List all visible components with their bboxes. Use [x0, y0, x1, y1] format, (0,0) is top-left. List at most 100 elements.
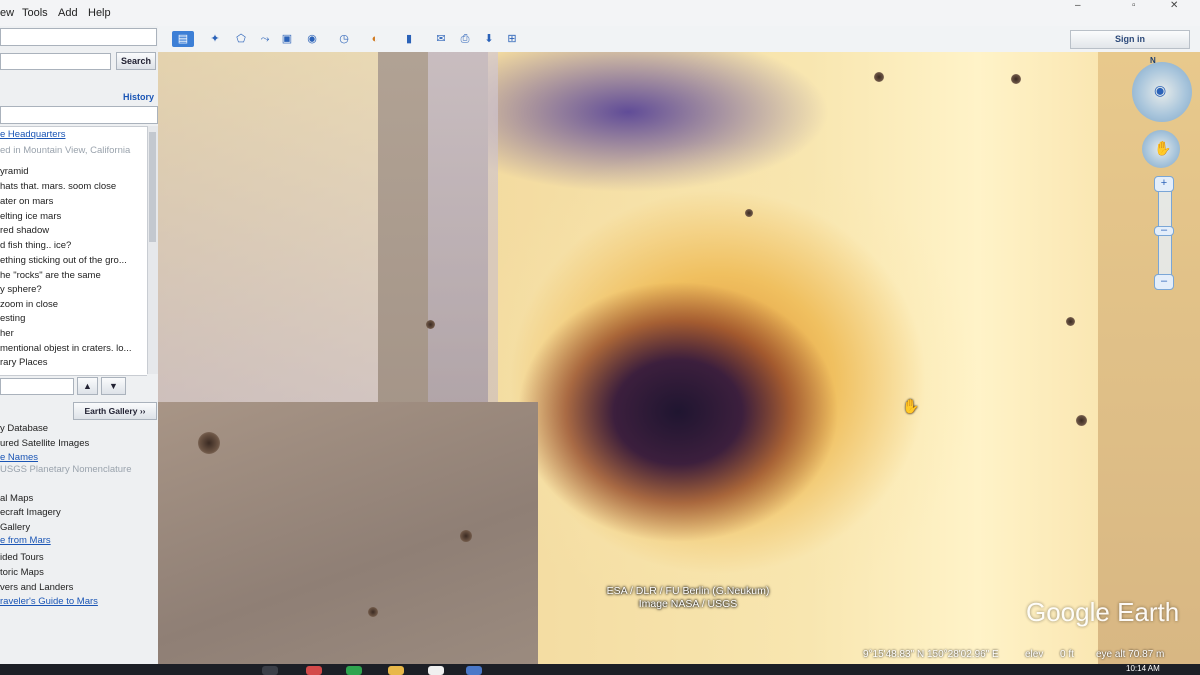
- path-icon[interactable]: ⤳: [256, 31, 274, 47]
- record-tour-icon[interactable]: ◉: [303, 31, 321, 47]
- crater: [198, 432, 220, 454]
- list-item[interactable]: zoom in close: [0, 299, 58, 310]
- browser-icon[interactable]: [306, 666, 322, 675]
- list-item: ed in Mountain View, California: [0, 145, 131, 156]
- app-icon[interactable]: [428, 666, 444, 675]
- google-earth-taskbar-icon[interactable]: [466, 666, 482, 675]
- store-icon[interactable]: [346, 666, 362, 675]
- elevation-value: 0 ft: [1060, 649, 1074, 660]
- file-explorer-icon[interactable]: [388, 666, 404, 675]
- layer-item[interactable]: ided Tours: [0, 552, 44, 563]
- imagery-credit: Image NASA / USGS: [638, 598, 738, 610]
- hand-pan-icon: ✋: [1154, 140, 1172, 156]
- zoom-in-button[interactable]: +: [1154, 176, 1174, 192]
- places-header: [0, 106, 158, 124]
- search-input[interactable]: [0, 53, 111, 70]
- menu-add[interactable]: Add: [58, 7, 78, 19]
- list-item[interactable]: e Headquarters: [0, 129, 65, 140]
- planets-icon[interactable]: ◐: [366, 31, 384, 47]
- close-icon[interactable]: ✕: [1170, 0, 1178, 12]
- toolbar: ▤ ✦ ⬠ ⤳ ▣ ◉ ◷ ◐ ▮ ✉ ⎙ ⬇ ⊞ Sign in: [158, 26, 1200, 53]
- compass-north-label: N: [1150, 56, 1156, 65]
- crater: [745, 209, 753, 217]
- places-scrollbar[interactable]: [147, 126, 158, 374]
- placemark-icon[interactable]: ✦: [206, 31, 224, 47]
- list-item[interactable]: ething sticking out of the gro...: [0, 255, 127, 266]
- google-earth-logo: Google Earth: [1026, 597, 1180, 627]
- earth-gallery-button[interactable]: Earth Gallery ››: [73, 402, 157, 420]
- maximize-icon[interactable]: ▫: [1132, 0, 1136, 12]
- search-button[interactable]: Search: [116, 52, 156, 70]
- places-list: e Headquarters ed in Mountain View, Cali…: [0, 126, 147, 376]
- list-item[interactable]: her: [0, 328, 14, 339]
- menu-view[interactable]: ew: [0, 7, 14, 19]
- ruler-icon[interactable]: ▮: [400, 31, 418, 47]
- eye-icon: ◉: [1154, 82, 1167, 98]
- list-item[interactable]: red shadow: [0, 225, 49, 236]
- sidebar: Search History e Headquarters ed in Moun…: [0, 26, 159, 664]
- imagery-strip: [428, 52, 498, 402]
- menu-bar: ew Tools Add Help – ▫ ✕: [0, 0, 1200, 27]
- crater: [874, 72, 884, 82]
- hand-cursor-icon: ✋: [902, 398, 920, 414]
- list-item[interactable]: hats that. mars. soom close: [0, 181, 116, 192]
- layer-item: USGS Planetary Nomenclature: [0, 464, 132, 475]
- search-tabs: [0, 28, 157, 46]
- chevron-right-icon: ››: [139, 406, 146, 416]
- print-icon[interactable]: ⎙: [456, 31, 474, 47]
- crater: [1076, 415, 1087, 426]
- move-down-button[interactable]: ▼: [101, 377, 126, 395]
- menu-help[interactable]: Help: [88, 7, 111, 19]
- imagery-credit: ESA / DLR / FU Berlin (G.Neukum): [606, 585, 770, 597]
- layer-item[interactable]: e from Mars: [0, 535, 51, 546]
- layer-item[interactable]: vers and Landers: [0, 582, 73, 593]
- layer-item[interactable]: Gallery: [0, 522, 30, 533]
- layer-item[interactable]: raveler's Guide to Mars: [0, 596, 98, 607]
- layer-item[interactable]: ecraft Imagery: [0, 507, 61, 518]
- sign-in-button[interactable]: Sign in: [1070, 30, 1190, 49]
- polygon-icon[interactable]: ⬠: [232, 31, 250, 47]
- crater: [368, 607, 378, 617]
- elevation-label: elev: [1025, 649, 1044, 660]
- list-item[interactable]: yramid: [0, 166, 29, 177]
- menu-tools[interactable]: Tools: [22, 7, 48, 19]
- layer-item[interactable]: e Names: [0, 452, 38, 463]
- layer-item[interactable]: al Maps: [0, 493, 33, 504]
- sidebar-toggle-icon[interactable]: ▤: [172, 31, 194, 47]
- move-up-button[interactable]: ▲: [77, 377, 98, 395]
- map-view[interactable]: ESA / DLR / FU Berlin (G.Neukum) Image N…: [158, 52, 1200, 664]
- list-item[interactable]: ater on mars: [0, 196, 53, 207]
- layer-item[interactable]: toric Maps: [0, 567, 44, 578]
- places-filter-input[interactable]: [0, 378, 74, 395]
- layer-item[interactable]: ured Satellite Images: [0, 438, 89, 449]
- layer-item[interactable]: y Database: [0, 423, 48, 434]
- save-image-icon[interactable]: ⬇: [480, 31, 498, 47]
- scroll-thumb[interactable]: [149, 132, 156, 242]
- clock: 10:14 AM: [1126, 664, 1160, 673]
- list-item[interactable]: elting ice mars: [0, 211, 61, 222]
- zoom-out-button[interactable]: –: [1154, 274, 1174, 290]
- list-item[interactable]: d fish thing.. ice?: [0, 240, 71, 251]
- image-overlay-icon[interactable]: ▣: [278, 31, 296, 47]
- task-view-icon[interactable]: [262, 666, 278, 675]
- taskbar: 10:14 AM: [0, 664, 1200, 675]
- coordinates-readout: 9°15'48.83" N 150°28'02.96" E: [863, 649, 999, 660]
- zoom-slider-handle[interactable]: –: [1154, 225, 1174, 236]
- earth-gallery-label: Earth Gallery: [84, 406, 138, 416]
- list-item[interactable]: rary Places: [0, 357, 48, 368]
- view-in-maps-icon[interactable]: ⊞: [503, 31, 521, 47]
- crater: [1066, 317, 1075, 326]
- minimize-icon[interactable]: –: [1075, 0, 1081, 12]
- list-item[interactable]: he "rocks" are the same: [0, 270, 101, 281]
- crater: [426, 320, 435, 329]
- crater: [1011, 74, 1021, 84]
- list-item[interactable]: y sphere?: [0, 284, 42, 295]
- list-item[interactable]: mentional objest in craters. lo...: [0, 343, 131, 354]
- imagery-strip: [158, 52, 378, 402]
- eye-altitude: eye alt 70.87 m: [1096, 649, 1165, 660]
- email-icon[interactable]: ✉: [432, 31, 450, 47]
- list-item[interactable]: esting: [0, 313, 25, 324]
- crater: [460, 530, 472, 542]
- historical-imagery-icon[interactable]: ◷: [335, 31, 353, 47]
- history-link[interactable]: History: [123, 92, 154, 102]
